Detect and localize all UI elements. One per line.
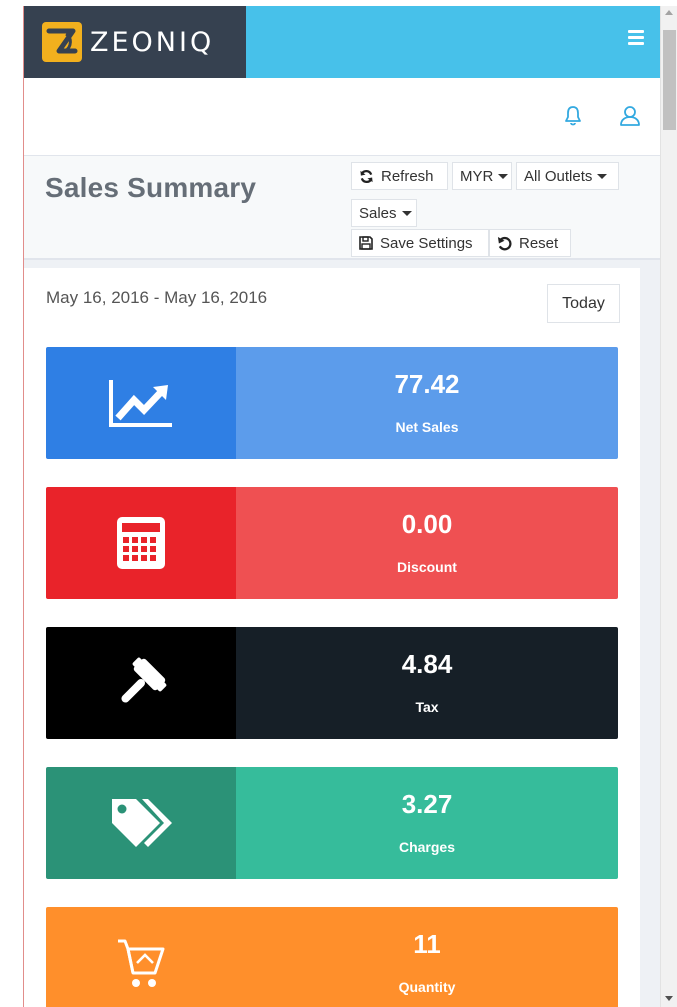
stat-icon-area — [46, 627, 236, 739]
shopping-cart-icon — [118, 939, 165, 987]
calculator-icon — [117, 517, 165, 569]
stat-value: 77.42 — [394, 369, 460, 399]
save-settings-label: Save Settings — [380, 234, 473, 252]
stat-value: 11 — [413, 929, 441, 959]
vertical-scrollbar[interactable] — [660, 6, 677, 1007]
user-icon[interactable] — [619, 104, 641, 128]
browser-viewport: ZEONIQ Sales Summary Refresh MYR All Out… — [0, 0, 677, 1007]
brand-name: ZEONIQ — [90, 26, 215, 58]
refresh-button[interactable]: Refresh — [351, 162, 448, 190]
app-container: ZEONIQ Sales Summary Refresh MYR All Out… — [24, 6, 660, 1007]
scroll-down-arrow-icon[interactable] — [665, 996, 673, 1001]
gavel-icon — [121, 657, 167, 703]
reset-button[interactable]: Reset — [489, 229, 571, 257]
stat-icon-area — [46, 487, 236, 599]
stat-label: Tax — [415, 699, 439, 715]
stat-body: 77.42 Net Sales — [236, 347, 618, 459]
save-icon — [359, 236, 373, 250]
trend-chart-icon — [109, 380, 172, 427]
stat-body: 11 Quantity — [236, 907, 618, 1007]
stat-body: 0.00 Discount — [236, 487, 618, 599]
scroll-up-arrow-icon[interactable] — [665, 10, 673, 15]
zeoniq-logo-icon — [42, 22, 82, 62]
undo-icon — [497, 236, 512, 250]
stat-value: 4.84 — [401, 649, 453, 679]
chevron-down-icon — [498, 173, 509, 179]
currency-label: MYR — [460, 167, 494, 185]
stat-label: Charges — [398, 839, 456, 855]
stat-card-discount[interactable]: 0.00 Discount — [46, 487, 618, 599]
stat-icon-area — [46, 907, 236, 1007]
refresh-icon — [360, 169, 373, 183]
reset-label: Reset — [519, 234, 559, 252]
user-bar — [24, 78, 660, 156]
date-range: May 16, 2016 - May 16, 2016 — [46, 288, 268, 307]
metric-label: Sales — [359, 204, 397, 222]
outlets-label: All Outlets — [524, 167, 593, 185]
chevron-down-icon — [401, 210, 412, 216]
bell-icon[interactable] — [563, 104, 583, 128]
stat-body: 4.84 Tax — [236, 627, 618, 739]
stat-label: Discount — [397, 559, 457, 575]
stat-card-quantity[interactable]: 11 Quantity — [46, 907, 618, 1007]
chevron-down-icon — [597, 173, 608, 179]
today-button[interactable]: Today — [547, 284, 620, 323]
brand[interactable]: ZEONIQ — [24, 6, 246, 78]
save-settings-button[interactable]: Save Settings — [351, 229, 489, 257]
hamburger-menu-icon[interactable] — [628, 30, 644, 46]
stat-value: 0.00 — [401, 509, 453, 539]
stat-icon-area — [46, 767, 236, 879]
page-title: Sales Summary — [45, 172, 257, 203]
scrollbar-thumb[interactable] — [663, 30, 676, 130]
page-header: Sales Summary Refresh MYR All Outlets Sa… — [24, 156, 660, 260]
currency-dropdown[interactable]: MYR — [452, 162, 512, 190]
tags-icon — [112, 799, 172, 847]
refresh-label: Refresh — [381, 167, 434, 185]
outlets-dropdown[interactable]: All Outlets — [516, 162, 619, 190]
stat-label: Quantity — [398, 979, 456, 995]
metric-dropdown[interactable]: Sales — [351, 199, 417, 227]
stat-label: Net Sales — [395, 419, 459, 435]
stat-body: 3.27 Charges — [236, 767, 618, 879]
stat-value: 3.27 — [401, 789, 453, 819]
stat-card-tax[interactable]: 4.84 Tax — [46, 627, 618, 739]
top-navbar: ZEONIQ — [24, 6, 660, 78]
stat-card-charges[interactable]: 3.27 Charges — [46, 767, 618, 879]
stat-card-net-sales[interactable]: 77.42 Net Sales — [46, 347, 618, 459]
stat-icon-area — [46, 347, 236, 459]
sales-summary-panel: May 16, 2016 - May 16, 2016 Today 77.42 … — [24, 268, 640, 1007]
